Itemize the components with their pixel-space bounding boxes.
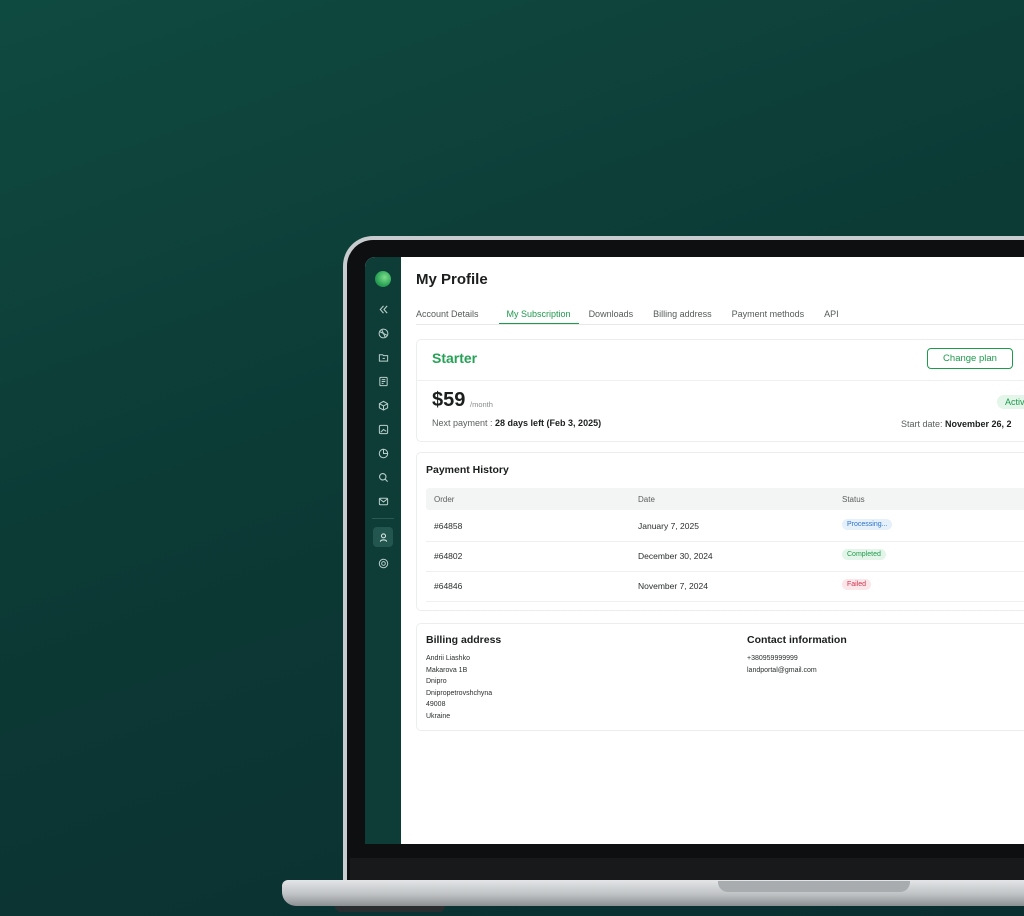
contact-information-title: Contact information — [747, 634, 847, 646]
order-id: #64846 — [434, 581, 463, 591]
status-badge: Completed — [842, 549, 886, 560]
order-date: December 30, 2024 — [638, 551, 713, 561]
start-date-value: November 26, 2 — [945, 419, 1012, 429]
plan-name: Starter — [432, 350, 478, 366]
folder-icon[interactable] — [375, 349, 391, 365]
tab-bar: Account Details My Subscription Download… — [416, 307, 1024, 325]
table-row[interactable]: #64858 January 7, 2025 Processing... — [426, 511, 1024, 542]
plan-price: $59 — [432, 389, 466, 411]
app-screen: My Profile Account Details My Subscripti… — [365, 257, 1024, 844]
contact-lines: +380959999999 landportal@gmail.com — [747, 653, 817, 676]
tab-downloads[interactable]: Downloads — [589, 307, 644, 324]
tab-my-subscription[interactable]: My Subscription — [498, 307, 579, 324]
tab-payment-methods[interactable]: Payment methods — [732, 307, 815, 324]
search-icon[interactable] — [375, 469, 391, 485]
document-icon[interactable] — [375, 373, 391, 389]
payment-history-card: Payment History Order Date Status #64858… — [416, 452, 1024, 611]
tab-billing-address[interactable]: Billing address — [653, 307, 722, 324]
main-content: My Profile Account Details My Subscripti… — [416, 257, 1024, 844]
subscription-card: Starter Change plan $59 /month Next paym… — [416, 339, 1024, 442]
billing-line: Andrii Liashko — [426, 655, 470, 662]
sidebar-divider — [372, 518, 394, 519]
billing-contact-card: Billing address Andrii Liashko Makarova … — [416, 623, 1024, 731]
billing-address-lines: Andrii Liashko Makarova 1B Dnipro Dnipro… — [426, 653, 492, 722]
globe-icon[interactable] — [375, 325, 391, 341]
pie-chart-icon[interactable] — [375, 445, 391, 461]
start-date: Start date: November 26, 2 — [901, 419, 1012, 429]
billing-address-title: Billing address — [426, 634, 502, 646]
order-date: January 7, 2025 — [638, 521, 699, 531]
contact-email: landportal@gmail.com — [747, 666, 817, 674]
billing-line: Dnipropetrovshchyna — [426, 689, 493, 697]
column-status: Status — [842, 495, 865, 504]
tab-api[interactable]: API — [824, 307, 849, 324]
billing-line: Makarova 1B — [426, 666, 468, 674]
billing-line: 49008 — [426, 701, 446, 708]
payment-history-title: Payment History — [426, 464, 509, 476]
image-icon[interactable] — [375, 421, 391, 437]
column-date: Date — [638, 495, 655, 504]
next-payment-label: Next payment : — [432, 418, 496, 428]
next-payment-value: 28 days left (Feb 3, 2025) — [495, 418, 602, 428]
mail-icon[interactable] — [375, 493, 391, 509]
logo-icon — [375, 271, 391, 287]
contact-phone: +380959999999 — [747, 655, 798, 662]
laptop-notch — [718, 881, 910, 892]
table-row[interactable]: #64802 December 30, 2024 Completed — [426, 541, 1024, 572]
status-badge: Failed — [842, 579, 872, 590]
laptop-foot — [335, 906, 445, 912]
table-row[interactable]: #64846 November 7, 2024 Failed — [426, 571, 1024, 602]
start-date-label: Start date: — [901, 419, 946, 429]
status-badge: Processing... — [842, 519, 893, 530]
box-icon[interactable] — [375, 397, 391, 413]
status-badge: Activ — [997, 395, 1024, 409]
user-icon[interactable] — [373, 527, 393, 547]
page-title: My Profile — [416, 271, 488, 288]
order-id: #64802 — [434, 551, 463, 561]
laptop-base — [282, 880, 1024, 906]
billing-line: Ukraine — [426, 712, 451, 720]
billing-line: Dnipro — [426, 678, 447, 685]
column-order: Order — [434, 495, 455, 504]
sidebar — [365, 257, 401, 844]
table-header: Order Date Status — [426, 488, 1024, 510]
next-payment: Next payment : 28 days left (Feb 3, 2025… — [432, 418, 601, 428]
change-plan-button[interactable]: Change plan — [927, 348, 1013, 369]
collapse-icon[interactable] — [375, 301, 391, 317]
order-id: #64858 — [434, 521, 463, 531]
settings-icon[interactable] — [375, 555, 391, 571]
order-date: November 7, 2024 — [638, 581, 708, 591]
card-divider — [417, 380, 1024, 381]
tab-account-details[interactable]: Account Details — [416, 307, 489, 324]
plan-period: /month — [470, 400, 493, 409]
